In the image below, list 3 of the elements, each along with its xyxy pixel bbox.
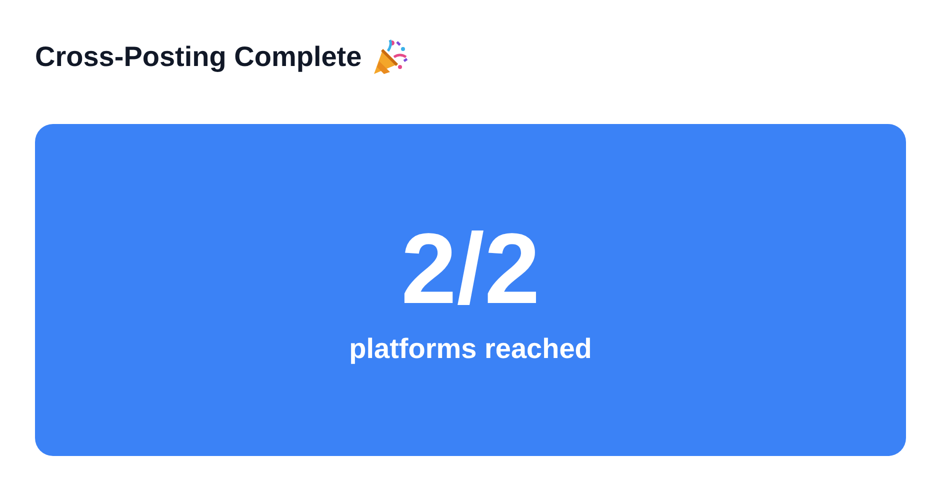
- page-title: Cross-Posting Complete: [35, 41, 362, 73]
- count-caption: platforms reached: [349, 333, 592, 365]
- count-value: 2/2: [400, 219, 540, 319]
